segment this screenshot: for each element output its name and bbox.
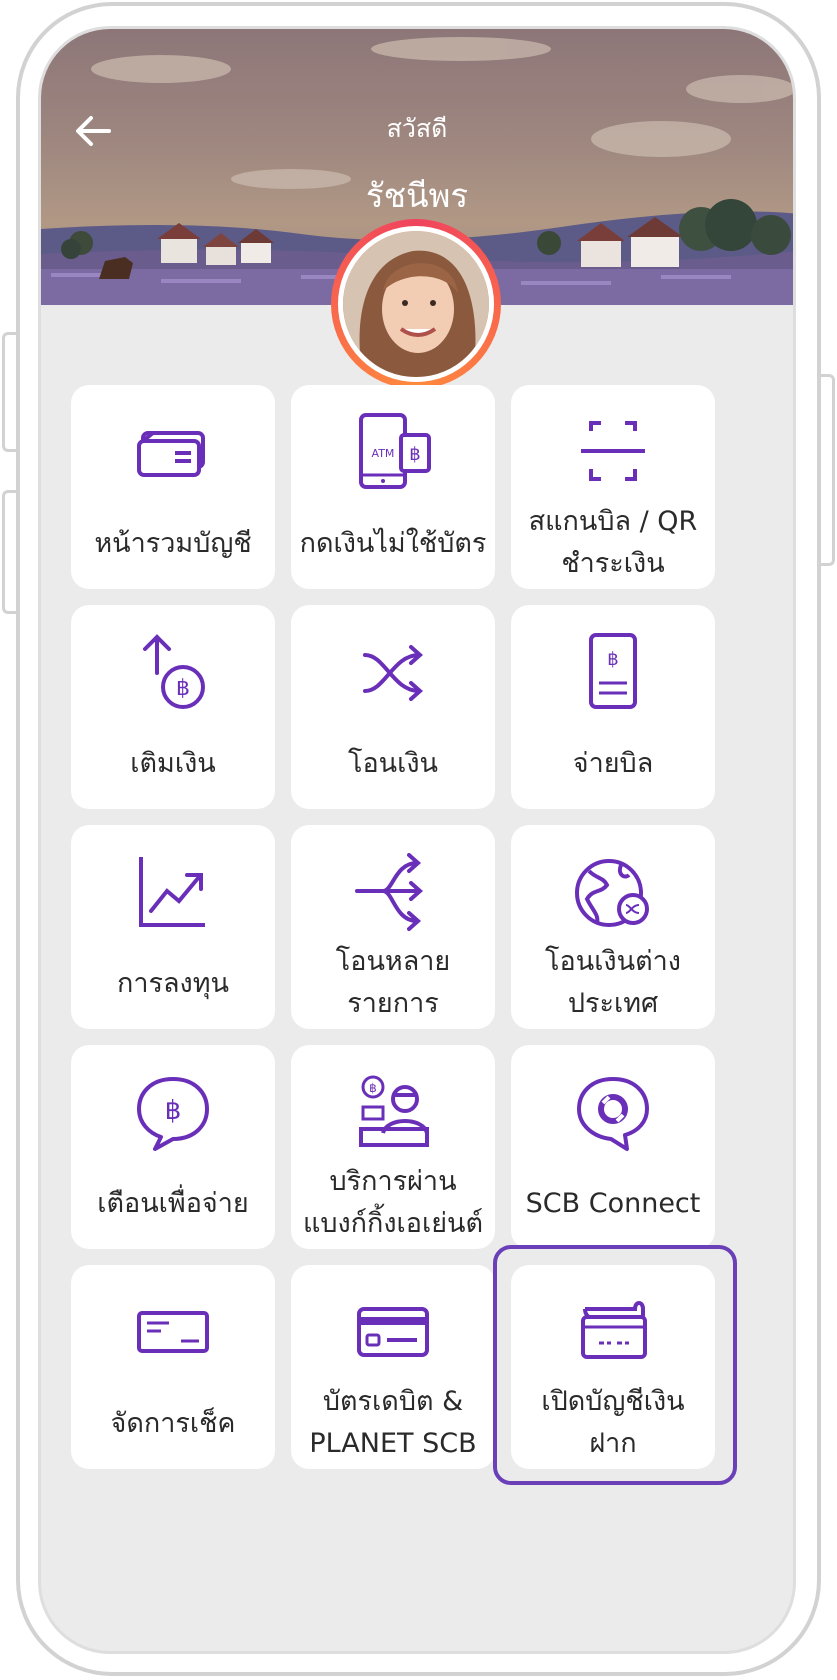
profile-photo (343, 231, 489, 377)
menu-tile-bill-payment[interactable]: ฿จ่ายบิล (511, 605, 715, 809)
menu-tile-label: โอนเงินต่าง (545, 946, 681, 977)
menu-tile-debit-card[interactable]: บัตรเดบิต & PLANET SCB (291, 1265, 495, 1469)
payment-alert-icon: ฿ (123, 1073, 223, 1153)
menu-tile-label: สแกนบิล / QR (528, 506, 698, 537)
menu-tile-label: บัตรเดบิต & (322, 1386, 464, 1417)
banking-agent-icon: ฿ (343, 1073, 443, 1153)
account-summary-icon (123, 413, 223, 493)
menu-tile-transfer[interactable]: โอนเงิน (291, 605, 495, 809)
menu-tile-label: ประเทศ (567, 988, 659, 1019)
open-account-icon (563, 1293, 663, 1373)
menu-tile-banking-agent[interactable]: ฿บริการผ่านแบงก์กิ้งเอเย่นต์ (291, 1045, 495, 1249)
menu-tile-label: รายการ (347, 988, 439, 1019)
scan-qr-icon (563, 413, 663, 493)
menu-tile-label: ชำระเงิน (561, 548, 665, 579)
menu-tile-label: บริการผ่าน (329, 1166, 457, 1197)
svg-text:฿: ฿ (409, 444, 420, 465)
menu-tile-label: PLANET SCB (309, 1428, 477, 1459)
app-screen: สวัสดี รัชนีพร หน้ารวมบัญชี ATM ฿กดเงินไม่… (38, 26, 796, 1654)
bulk-transfer-icon (343, 853, 443, 933)
menu-tile-label: หน้ารวมบัญชี (94, 528, 252, 559)
menu-tile-scb-connect[interactable]: SCB Connect (511, 1045, 715, 1249)
top-up-icon: ฿ (123, 633, 223, 713)
menu-tile-label: กดเงินไม่ใช้บัตร (299, 528, 487, 559)
menu-tile-label: การลงทุน (117, 968, 229, 999)
svg-text:ATM: ATM (372, 447, 395, 460)
menu-tile-account-summary[interactable]: หน้ารวมบัญชี (71, 385, 275, 589)
power-button (819, 374, 835, 566)
svg-text:฿: ฿ (165, 1096, 182, 1126)
svg-text:฿: ฿ (369, 1081, 377, 1095)
menu-tile-label: โอนเงิน (347, 748, 439, 779)
menu-tile-label: แบงก์กิ้งเอเย่นต์ (302, 1208, 484, 1239)
menu-tile-label: จ่ายบิล (572, 748, 654, 779)
bill-payment-icon: ฿ (563, 633, 663, 713)
menu-tile-investment[interactable]: การลงทุน (71, 825, 275, 1029)
menu-tile-scan-qr[interactable]: สแกนบิล / QR ชำระเงิน (511, 385, 715, 589)
menu-tile-top-up[interactable]: ฿เติมเงิน (71, 605, 275, 809)
svg-text:฿: ฿ (176, 676, 190, 701)
avatar[interactable] (331, 219, 501, 389)
menu-tile-label: ฝาก (589, 1428, 637, 1459)
menu-tile-cheque[interactable]: จัดการเช็ค (71, 1265, 275, 1469)
transfer-icon (343, 633, 443, 713)
menu-tile-label: โอนหลาย (335, 946, 451, 977)
menu-tile-label: เปิดบัญชีเงิน (541, 1386, 685, 1417)
user-name: รัชนีพร (365, 176, 469, 215)
menu-tile-label: จัดการเช็ค (110, 1408, 236, 1439)
svg-text:฿: ฿ (607, 649, 618, 670)
menu-tile-label: เตือนเพื่อจ่าย (97, 1188, 249, 1219)
menu-tile-payment-alert[interactable]: ฿เตือนเพื่อจ่าย (71, 1045, 275, 1249)
international-transfer-icon (563, 853, 663, 933)
cheque-icon (123, 1293, 223, 1373)
debit-card-icon (343, 1293, 443, 1373)
investment-icon (123, 853, 223, 933)
greeting-text: สวัสดี (386, 114, 448, 143)
menu-tile-label: เติมเงิน (130, 748, 216, 779)
menu-tile-open-account[interactable]: เปิดบัญชีเงินฝาก (511, 1265, 715, 1469)
menu-tile-cardless-atm[interactable]: ATM ฿กดเงินไม่ใช้บัตร (291, 385, 495, 589)
cardless-atm-icon: ATM ฿ (343, 413, 443, 493)
menu-tile-bulk-transfer[interactable]: โอนหลายรายการ (291, 825, 495, 1029)
scb-connect-icon (563, 1073, 663, 1153)
menu-tile-label: SCB Connect (525, 1188, 701, 1219)
menu-tile-international-transfer[interactable]: โอนเงินต่างประเทศ (511, 825, 715, 1029)
